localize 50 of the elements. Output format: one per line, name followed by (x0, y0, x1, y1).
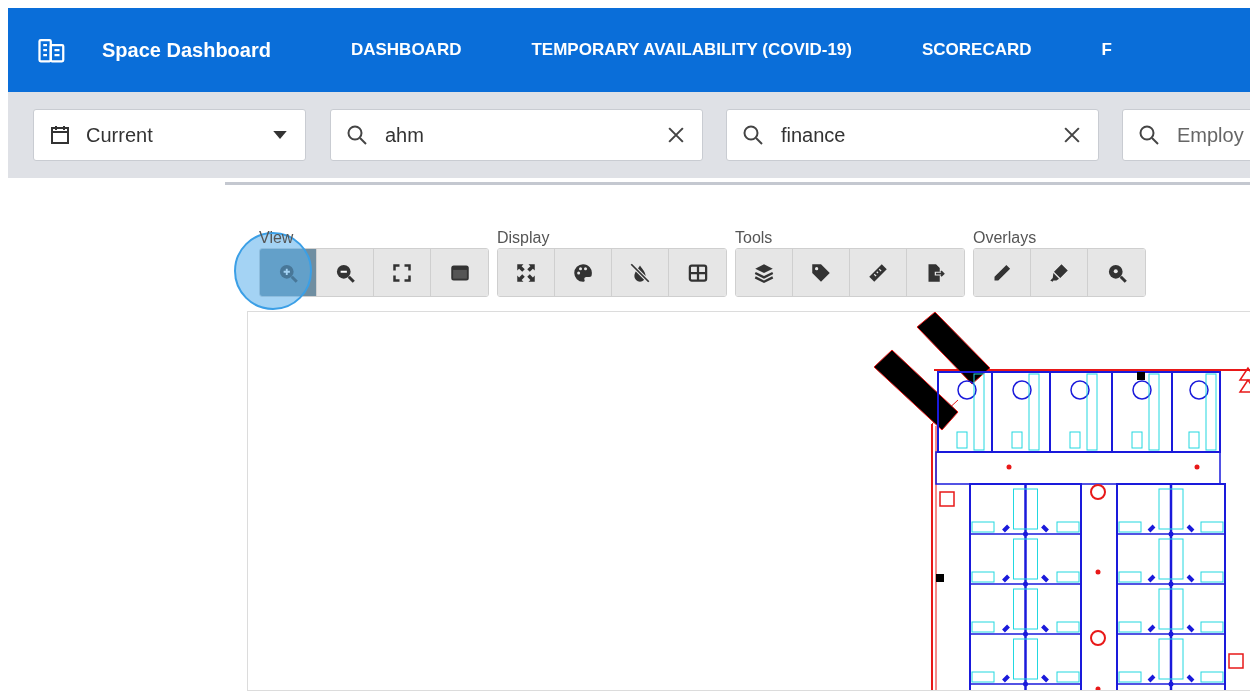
palette-button[interactable] (555, 249, 612, 296)
grid-icon (687, 262, 708, 283)
search-input[interactable]: ahm (383, 122, 668, 148)
palette-icon (573, 262, 593, 283)
ruler-icon (868, 262, 888, 283)
ruler-button[interactable] (850, 249, 907, 296)
search-location-button[interactable] (1088, 249, 1145, 296)
highlighter-icon (1049, 262, 1069, 283)
nav-link[interactable]: DASHBOARD (350, 40, 462, 60)
search-icon (1137, 123, 1161, 147)
search-input[interactable]: finance (779, 122, 1064, 148)
window-button[interactable] (431, 249, 488, 296)
zoom-out-button[interactable] (317, 249, 374, 296)
fit-screen-button[interactable] (374, 249, 431, 296)
nav-link[interactable]: SCORECARD (921, 40, 1032, 60)
tint-slash-button[interactable] (612, 249, 669, 296)
nav-link[interactable]: TEMPORARY AVAILABILITY (COVID-19) (531, 40, 852, 60)
tag-icon (811, 262, 831, 283)
search-input[interactable]: Employ (1175, 122, 1250, 148)
expand-arrows-icon (516, 262, 536, 283)
clear-icon[interactable] (1064, 127, 1080, 143)
caret-icon (273, 130, 287, 140)
search-icon (345, 123, 369, 147)
group-label: Display (497, 229, 551, 248)
zoom-in-icon (278, 262, 298, 283)
period-dropdown[interactable]: Current (33, 109, 306, 161)
expand-arrows-button[interactable] (498, 249, 555, 296)
grid-button[interactable] (669, 249, 726, 296)
layers-icon (754, 262, 774, 283)
app-title: Space Dashboard (102, 38, 271, 62)
search-field[interactable]: Employ (1122, 109, 1250, 161)
search-field[interactable]: ahm (330, 109, 703, 161)
search-field[interactable]: finance (726, 109, 1099, 161)
file-export-button[interactable] (907, 249, 964, 296)
fit-screen-icon (392, 262, 412, 283)
highlighter-button[interactable] (1031, 249, 1088, 296)
tint-slash-icon (630, 262, 650, 283)
pencil-button[interactable] (974, 249, 1031, 296)
zoom-out-icon (335, 262, 355, 283)
search-icon (741, 123, 765, 147)
pencil-icon (992, 262, 1012, 283)
layers-button[interactable] (736, 249, 793, 296)
clear-icon[interactable] (668, 127, 684, 143)
search-location-icon (1106, 262, 1127, 283)
group-label: Tools (735, 229, 774, 248)
group-label: Overlays (973, 229, 1038, 248)
group-label: View (259, 229, 295, 248)
nav-link[interactable]: F (1101, 40, 1112, 60)
calendar-icon (48, 123, 72, 147)
tag-button[interactable] (793, 249, 850, 296)
